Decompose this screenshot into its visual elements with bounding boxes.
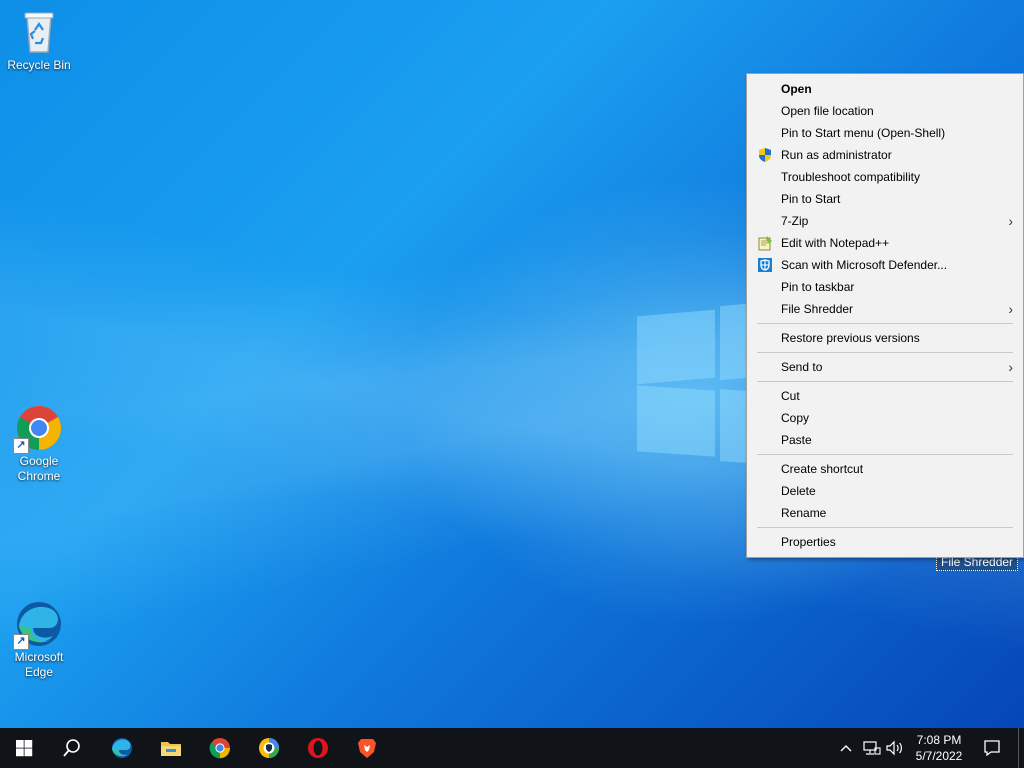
uac-shield-icon — [757, 147, 773, 163]
tray-volume-button[interactable] — [884, 728, 906, 768]
menu-item-delete[interactable]: Delete — [747, 480, 1023, 502]
taskbar-edge-button[interactable] — [98, 728, 146, 768]
menu-item-rename[interactable]: Rename — [747, 502, 1023, 524]
action-center-button[interactable] — [974, 728, 1010, 768]
menu-item-label: Delete — [781, 484, 816, 498]
menu-item-troubleshoot-compatibility[interactable]: Troubleshoot compatibility — [747, 166, 1023, 188]
menu-separator — [757, 323, 1013, 324]
menu-item-properties[interactable]: Properties — [747, 531, 1023, 553]
menu-item-label: Send to — [781, 360, 823, 374]
menu-separator — [757, 352, 1013, 353]
menu-item-label: Properties — [781, 535, 836, 549]
menu-item-7-zip[interactable]: 7-Zip › — [747, 210, 1023, 232]
shortcut-arrow-icon: ↗ — [13, 634, 29, 650]
chrome-icon: ↗ — [13, 404, 63, 454]
menu-separator — [757, 381, 1013, 382]
menu-item-label: Cut — [781, 389, 800, 403]
menu-item-label: Run as administrator — [781, 148, 892, 162]
chevron-right-icon: › — [1008, 213, 1013, 229]
menu-item-label: Scan with Microsoft Defender... — [781, 258, 948, 272]
menu-item-label: Create shortcut — [781, 462, 864, 476]
menu-item-label: Edit with Notepad++ — [781, 236, 890, 250]
recycle-bin-icon — [15, 8, 63, 56]
opera-icon — [308, 738, 328, 758]
menu-separator — [757, 527, 1013, 528]
menu-item-open[interactable]: Open — [747, 78, 1023, 100]
start-button[interactable] — [0, 728, 48, 768]
shortcut-arrow-icon: ↗ — [13, 438, 29, 454]
recycle-bin-desktop-icon[interactable]: Recycle Bin — [1, 8, 77, 73]
menu-item-label: Open — [781, 82, 812, 96]
tray-overflow-button[interactable] — [836, 728, 856, 768]
menu-item-create-shortcut[interactable]: Create shortcut — [747, 458, 1023, 480]
context-menu: Open Open file location Pin to Start men… — [746, 73, 1024, 558]
menu-item-cut[interactable]: Cut — [747, 385, 1023, 407]
notepad-plus-plus-icon — [757, 235, 773, 251]
taskbar-brave-button[interactable] — [343, 728, 391, 768]
menu-item-run-as-administrator[interactable]: Run as administrator — [747, 144, 1023, 166]
brave-icon — [358, 739, 376, 758]
taskbar-opera-button[interactable] — [294, 728, 342, 768]
show-desktop-button[interactable] — [1018, 728, 1024, 768]
microsoft-edge-desktop-icon[interactable]: ↗ Microsoft Edge — [1, 600, 77, 680]
taskbar-clock[interactable]: 7:08 PM 5/7/2022 — [908, 728, 970, 768]
menu-item-scan-with-microsoft-defender[interactable]: Scan with Microsoft Defender... — [747, 254, 1023, 276]
menu-item-copy[interactable]: Copy — [747, 407, 1023, 429]
volume-icon — [886, 740, 902, 756]
menu-item-label: Pin to taskbar — [781, 280, 855, 294]
network-icon — [863, 741, 881, 755]
chevron-right-icon: › — [1008, 359, 1013, 375]
menu-item-open-file-location[interactable]: Open file location — [747, 100, 1023, 122]
menu-item-label: Pin to Start — [781, 192, 841, 206]
menu-item-restore-previous-versions[interactable]: Restore previous versions — [747, 327, 1023, 349]
clock-date: 5/7/2022 — [915, 749, 963, 763]
chevron-right-icon: › — [1008, 301, 1013, 317]
menu-item-send-to[interactable]: Send to › — [747, 356, 1023, 378]
start-icon — [16, 740, 33, 757]
google-chrome-label-line1: Google — [19, 454, 59, 468]
chevron-up-icon — [840, 745, 852, 752]
microsoft-edge-label-line2: Edge — [24, 665, 54, 679]
chrome-icon — [209, 738, 230, 759]
taskbar-private-browser-button[interactable] — [245, 728, 293, 768]
clock-time: 7:08 PM — [916, 733, 962, 747]
search-button[interactable] — [48, 728, 96, 768]
menu-item-file-shredder[interactable]: File Shredder › — [747, 298, 1023, 320]
menu-item-pin-to-taskbar[interactable]: Pin to taskbar — [747, 276, 1023, 298]
edge-icon: ↗ — [13, 600, 63, 650]
google-chrome-desktop-icon[interactable]: ↗ Google Chrome — [1, 404, 77, 484]
search-icon — [63, 739, 80, 757]
menu-item-label: Restore previous versions — [781, 331, 920, 345]
menu-item-label: File Shredder — [781, 302, 854, 316]
menu-item-label: Copy — [781, 411, 810, 425]
taskbar: 7:08 PM 5/7/2022 — [0, 728, 1024, 768]
microsoft-edge-label-line1: Microsoft — [14, 650, 64, 664]
menu-separator — [757, 454, 1013, 455]
notification-icon — [984, 740, 1000, 757]
menu-item-label: Troubleshoot compatibility — [781, 170, 920, 184]
menu-item-pin-to-start[interactable]: Pin to Start — [747, 188, 1023, 210]
defender-icon — [757, 257, 773, 273]
taskbar-file-explorer-button[interactable] — [147, 728, 195, 768]
private-browser-icon — [259, 738, 279, 758]
menu-item-label: Pin to Start menu (Open-Shell) — [781, 126, 946, 140]
menu-item-paste[interactable]: Paste — [747, 429, 1023, 451]
menu-item-pin-to-start-menu-open-shell[interactable]: Pin to Start menu (Open-Shell) — [747, 122, 1023, 144]
menu-item-label: 7-Zip — [781, 214, 809, 228]
file-explorer-icon — [161, 742, 181, 756]
menu-item-label: Rename — [781, 506, 827, 520]
taskbar-chrome-button[interactable] — [196, 728, 244, 768]
google-chrome-label-line2: Chrome — [17, 469, 61, 483]
tray-network-button[interactable] — [860, 728, 884, 768]
menu-item-label: Open file location — [781, 104, 874, 118]
menu-item-label: Paste — [781, 433, 812, 447]
recycle-bin-label: Recycle Bin — [7, 58, 71, 72]
menu-item-edit-with-notepad-plus-plus[interactable]: Edit with Notepad++ — [747, 232, 1023, 254]
edge-icon — [112, 738, 132, 758]
